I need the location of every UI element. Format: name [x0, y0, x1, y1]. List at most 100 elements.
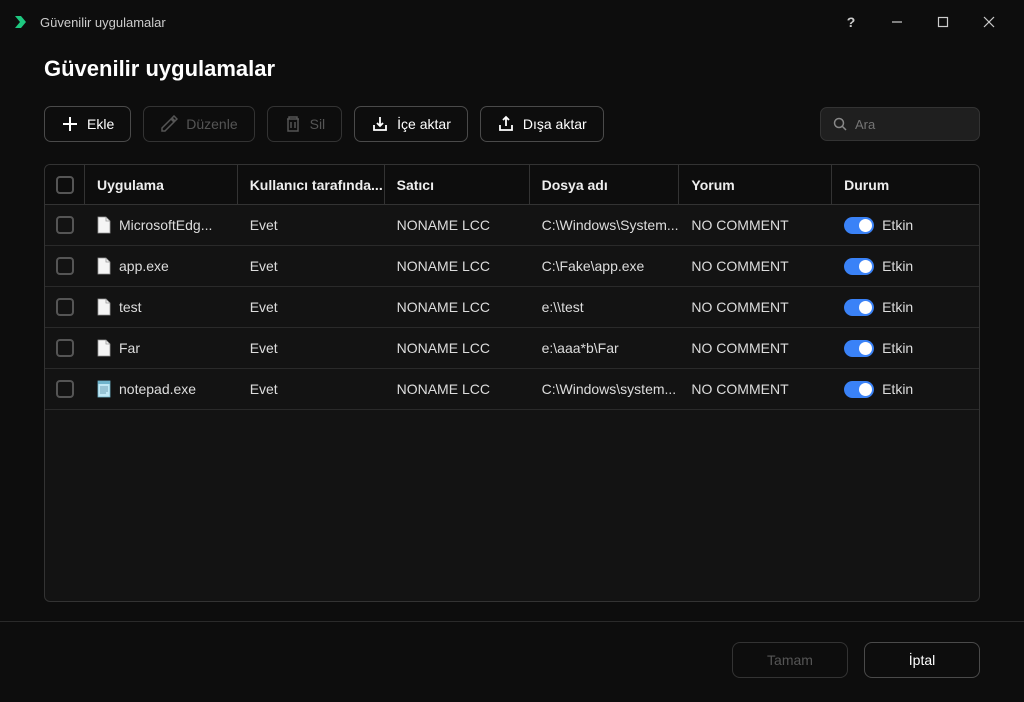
row-user-cell: Evet [238, 299, 385, 315]
plus-icon [61, 115, 79, 133]
status-label: Etkin [882, 299, 913, 315]
row-checkbox-cell [45, 216, 85, 234]
table-header: Uygulama Kullanıcı tarafında... Satıcı D… [45, 165, 979, 205]
status-label: Etkin [882, 381, 913, 397]
edit-button-label: Düzenle [186, 116, 237, 132]
toolbar: Ekle Düzenle Sil İçe aktar Dışa aktar [44, 106, 980, 142]
row-user-cell: Evet [238, 381, 385, 397]
delete-button-label: Sil [310, 116, 326, 132]
status-label: Etkin [882, 258, 913, 274]
row-checkbox[interactable] [56, 380, 74, 398]
header-user[interactable]: Kullanıcı tarafında... [238, 165, 385, 204]
row-filename-cell: C:\Windows\system... [530, 381, 680, 397]
row-checkbox-cell [45, 257, 85, 275]
file-icon [97, 216, 111, 234]
ok-button: Tamam [732, 642, 848, 678]
row-filename-cell: C:\Windows\System... [530, 217, 680, 233]
footer: Tamam İptal [0, 621, 1024, 702]
pencil-icon [160, 115, 178, 133]
row-checkbox-cell [45, 380, 85, 398]
row-user-cell: Evet [238, 258, 385, 274]
row-app-cell: Far [85, 339, 238, 357]
import-icon [371, 115, 389, 133]
header-app[interactable]: Uygulama [85, 165, 238, 204]
maximize-button[interactable] [920, 6, 966, 38]
header-comment[interactable]: Yorum [679, 165, 832, 204]
row-checkbox[interactable] [56, 298, 74, 316]
row-vendor-cell: NONAME LCC [385, 381, 530, 397]
row-vendor-cell: NONAME LCC [385, 340, 530, 356]
row-user-cell: Evet [238, 340, 385, 356]
row-filename-cell: e:\\test [530, 299, 680, 315]
select-all-checkbox[interactable] [56, 176, 74, 194]
row-status-cell: Etkin [832, 299, 979, 316]
row-app-name: Far [119, 340, 140, 356]
file-icon [97, 380, 111, 398]
status-label: Etkin [882, 340, 913, 356]
page-title: Güvenilir uygulamalar [44, 56, 980, 82]
status-toggle[interactable] [844, 258, 874, 275]
table-row[interactable]: Far Evet NONAME LCC e:\aaa*b\Far NO COMM… [45, 328, 979, 369]
row-checkbox[interactable] [56, 257, 74, 275]
row-vendor-cell: NONAME LCC [385, 217, 530, 233]
row-app-cell: MicrosoftEdg... [85, 216, 238, 234]
row-comment-cell: NO COMMENT [679, 340, 832, 356]
help-button[interactable]: ? [828, 6, 874, 38]
row-user-cell: Evet [238, 217, 385, 233]
row-app-name: notepad.exe [119, 381, 196, 397]
header-filename[interactable]: Dosya adı [530, 165, 680, 204]
row-comment-cell: NO COMMENT [679, 299, 832, 315]
minimize-button[interactable] [874, 6, 920, 38]
table-container: Uygulama Kullanıcı tarafında... Satıcı D… [44, 164, 980, 602]
app-logo-icon [12, 13, 30, 31]
add-button[interactable]: Ekle [44, 106, 131, 142]
row-app-cell: test [85, 298, 238, 316]
row-filename-cell: e:\aaa*b\Far [530, 340, 680, 356]
row-comment-cell: NO COMMENT [679, 381, 832, 397]
row-filename-cell: C:\Fake\app.exe [530, 258, 680, 274]
status-toggle[interactable] [844, 299, 874, 316]
search-icon [833, 117, 847, 131]
row-checkbox-cell [45, 298, 85, 316]
cancel-button[interactable]: İptal [864, 642, 980, 678]
row-status-cell: Etkin [832, 381, 979, 398]
status-label: Etkin [882, 217, 913, 233]
titlebar: Güvenilir uygulamalar ? [0, 0, 1024, 44]
import-button[interactable]: İçe aktar [354, 106, 468, 142]
import-button-label: İçe aktar [397, 116, 451, 132]
row-checkbox[interactable] [56, 216, 74, 234]
status-toggle[interactable] [844, 340, 874, 357]
table-row[interactable]: notepad.exe Evet NONAME LCC C:\Windows\s… [45, 369, 979, 410]
table-row[interactable]: test Evet NONAME LCC e:\\test NO COMMENT… [45, 287, 979, 328]
status-toggle[interactable] [844, 381, 874, 398]
svg-text:?: ? [847, 15, 856, 29]
row-app-name: MicrosoftEdg... [119, 217, 212, 233]
row-status-cell: Etkin [832, 258, 979, 275]
table-row[interactable]: app.exe Evet NONAME LCC C:\Fake\app.exe … [45, 246, 979, 287]
row-checkbox[interactable] [56, 339, 74, 357]
row-checkbox-cell [45, 339, 85, 357]
export-button-label: Dışa aktar [523, 116, 587, 132]
search-box[interactable] [820, 107, 980, 141]
edit-button: Düzenle [143, 106, 254, 142]
search-input[interactable] [855, 117, 967, 132]
window-title: Güvenilir uygulamalar [40, 15, 828, 30]
close-button[interactable] [966, 6, 1012, 38]
row-comment-cell: NO COMMENT [679, 258, 832, 274]
export-icon [497, 115, 515, 133]
row-app-name: test [119, 299, 142, 315]
header-checkbox[interactable] [45, 165, 85, 204]
status-toggle[interactable] [844, 217, 874, 234]
header-status[interactable]: Durum [832, 165, 979, 204]
file-icon [97, 257, 111, 275]
row-vendor-cell: NONAME LCC [385, 299, 530, 315]
table-row[interactable]: MicrosoftEdg... Evet NONAME LCC C:\Windo… [45, 205, 979, 246]
delete-button: Sil [267, 106, 343, 142]
header-vendor[interactable]: Satıcı [385, 165, 530, 204]
file-icon [97, 339, 111, 357]
export-button[interactable]: Dışa aktar [480, 106, 604, 142]
table-body: MicrosoftEdg... Evet NONAME LCC C:\Windo… [45, 205, 979, 410]
add-button-label: Ekle [87, 116, 114, 132]
row-status-cell: Etkin [832, 217, 979, 234]
row-vendor-cell: NONAME LCC [385, 258, 530, 274]
